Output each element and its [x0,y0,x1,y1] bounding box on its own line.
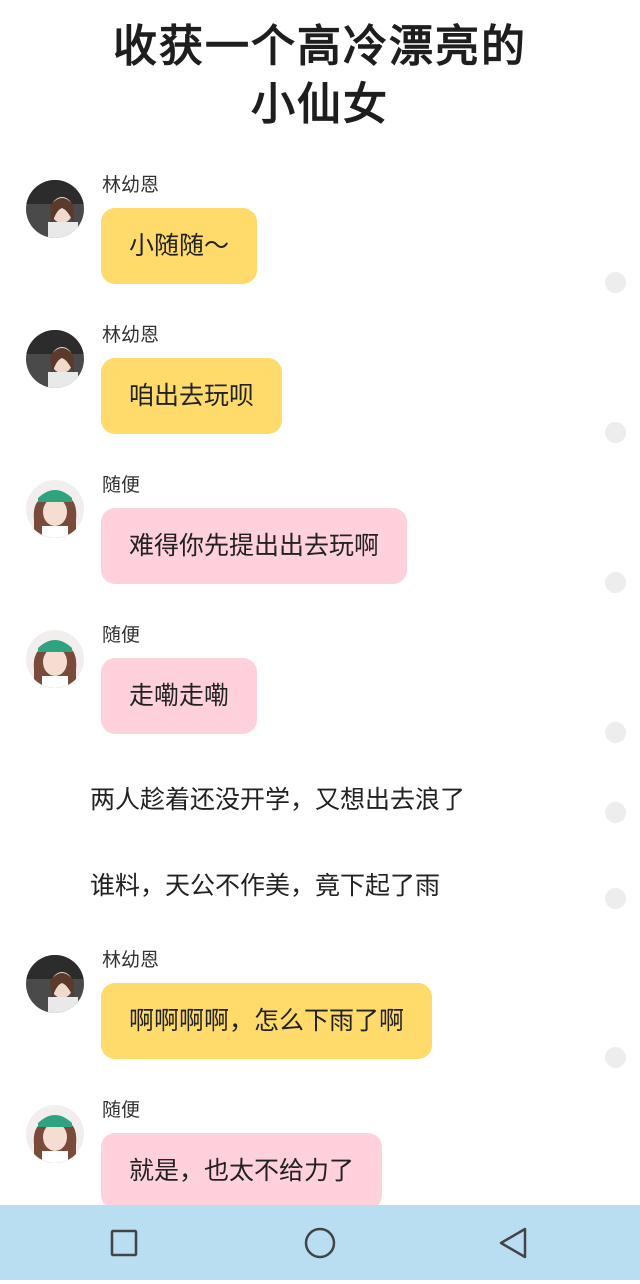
message-bubble[interactable]: 就是，也太不给力了 [101,1133,383,1209]
recent-apps-button[interactable] [84,1205,164,1280]
avatar-suibian[interactable] [26,480,84,538]
avatar-suibian[interactable] [26,630,84,688]
message-bubble[interactable]: 难得你先提出出去玩啊 [101,508,408,584]
sender-name: 随便 [102,624,141,646]
title-line-1: 收获一个高冷漂亮的 [113,21,527,72]
message-bubble[interactable]: 咱出去玩呗 [101,358,283,434]
back-button[interactable] [474,1205,554,1280]
scroll-dot [605,888,626,909]
system-navigation-bar [0,1205,640,1280]
avatar-linyouen[interactable] [26,955,84,1013]
scroll-dot [605,1047,626,1068]
circle-home-icon [304,1227,336,1259]
sender-name: 林幼恩 [102,949,160,971]
scroll-dot [605,572,626,593]
message-bubble[interactable]: 啊啊啊啊，怎么下雨了啊 [101,983,433,1059]
narration-text: 两人趁着还没开学，又想出去浪了 [90,785,466,814]
sender-name: 林幼恩 [102,174,160,196]
scroll-dot [605,272,626,293]
sender-name: 随便 [102,474,141,496]
avatar-suibian[interactable] [26,1105,84,1163]
page-title: 收获一个高冷漂亮的 小仙女 [0,18,640,134]
scroll-dot [605,722,626,743]
triangle-back-icon [499,1227,527,1259]
sender-name: 随便 [102,1099,141,1121]
message-bubble[interactable]: 走嘞走嘞 [101,658,258,734]
title-line-2: 小仙女 [251,79,389,130]
home-button[interactable] [280,1205,360,1280]
avatar-linyouen[interactable] [26,180,84,238]
square-recent-apps-icon [110,1229,138,1257]
scroll-dot [605,802,626,823]
sender-name: 林幼恩 [102,324,160,346]
narration-text: 谁料，天公不作美，竟下起了雨 [90,871,441,900]
scroll-dot [605,422,626,443]
message-bubble[interactable]: 小随随～ [101,208,258,284]
avatar-linyouen[interactable] [26,330,84,388]
